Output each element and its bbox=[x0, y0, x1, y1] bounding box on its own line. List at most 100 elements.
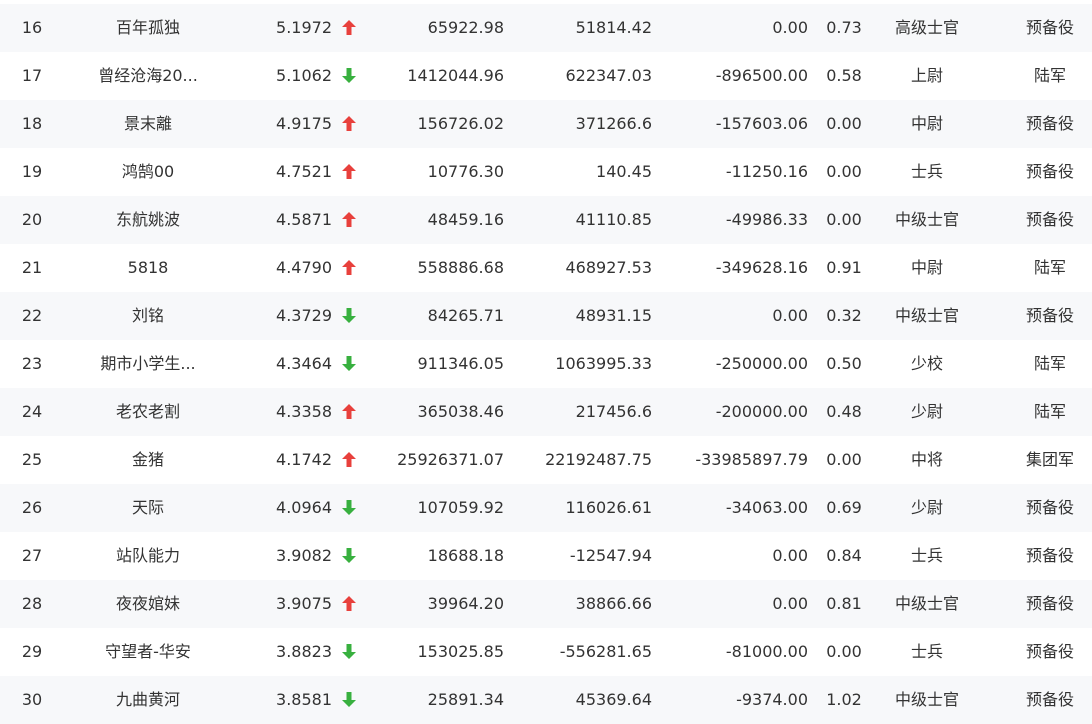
level-cell: 上尉 bbox=[910, 66, 943, 85]
unit-cell: 预备役 bbox=[1025, 114, 1074, 133]
rank-cell: 27 bbox=[21, 546, 43, 565]
unit-cell: 预备役 bbox=[1025, 210, 1074, 229]
value-3-cell: -11250.16 bbox=[725, 162, 808, 181]
value-1-cell: 107059.92 bbox=[417, 498, 504, 517]
trader-name[interactable]: 站队能力 bbox=[78, 532, 218, 580]
score-cell: 3.9075 bbox=[276, 594, 332, 613]
unit-cell: 预备役 bbox=[1025, 306, 1074, 325]
value-3-cell: -896500.00 bbox=[715, 66, 808, 85]
ratio-cell: 0.91 bbox=[826, 258, 862, 277]
table-row[interactable]: 25 金猪 4.1742 25926371.07 22192487.75 -3398589… bbox=[0, 436, 1092, 484]
value-2-cell: 38866.66 bbox=[575, 594, 652, 613]
trader-name[interactable]: 夜夜婠妹 bbox=[78, 580, 218, 628]
ratio-cell: 0.48 bbox=[826, 402, 862, 421]
level-cell: 士兵 bbox=[910, 546, 943, 565]
trader-name[interactable]: 天际 bbox=[78, 484, 218, 532]
value-1-cell: 25891.34 bbox=[427, 690, 504, 709]
table-row[interactable]: 23 期市小学生... 4.3464 911346.05 1063995.33 -2500… bbox=[0, 340, 1092, 388]
score-cell: 5.1062 bbox=[276, 66, 332, 85]
score-cell: 4.3729 bbox=[276, 306, 332, 325]
table-row[interactable]: 24 老农老割 4.3358 365038.46 217456.6 -200000.00 0… bbox=[0, 388, 1092, 436]
arrow-down-icon bbox=[340, 676, 358, 724]
trader-name[interactable]: 九曲黄河 bbox=[78, 676, 218, 724]
unit-cell: 预备役 bbox=[1025, 546, 1074, 565]
unit-cell: 预备役 bbox=[1025, 498, 1074, 517]
score-cell: 4.9175 bbox=[276, 114, 332, 133]
rank-cell: 24 bbox=[21, 402, 43, 421]
value-1-cell: 18688.18 bbox=[427, 546, 504, 565]
rank-cell: 30 bbox=[21, 690, 43, 709]
trader-name[interactable]: 东航姚波 bbox=[78, 196, 218, 244]
trader-name[interactable]: 曾经沧海20... bbox=[78, 52, 218, 100]
value-1-cell: 39964.20 bbox=[427, 594, 504, 613]
table-row[interactable]: 22 刘铭 4.3729 84265.71 48931.15 0.00 0.32 中级士官 预备… bbox=[0, 292, 1092, 340]
arrow-down-icon bbox=[340, 484, 358, 532]
arrow-up-icon bbox=[340, 436, 358, 484]
arrow-down-icon bbox=[340, 340, 358, 388]
table-row[interactable]: 16 百年孤独 5.1972 65922.98 51814.42 0.00 0.73 高级士官… bbox=[0, 4, 1092, 52]
table-row[interactable]: 30 九曲黄河 3.8581 25891.34 45369.64 -9374.00 1.02… bbox=[0, 676, 1092, 724]
unit-cell: 陆军 bbox=[1033, 258, 1066, 277]
trader-name[interactable]: 鸿鹄00 bbox=[78, 148, 218, 196]
value-2-cell: 51814.42 bbox=[575, 18, 652, 37]
level-cell: 中尉 bbox=[910, 114, 943, 133]
level-cell: 中级士官 bbox=[894, 594, 959, 613]
value-2-cell: 140.45 bbox=[596, 162, 652, 181]
trader-name[interactable]: 金猪 bbox=[78, 436, 218, 484]
arrow-up-icon bbox=[340, 244, 358, 292]
trader-name[interactable]: 老农老割 bbox=[78, 388, 218, 436]
value-2-cell: 217456.6 bbox=[575, 402, 652, 421]
level-cell: 少校 bbox=[910, 354, 943, 373]
value-1-cell: 65922.98 bbox=[427, 18, 504, 37]
arrow-up-icon bbox=[340, 148, 358, 196]
table-row[interactable]: 19 鸿鹄00 4.7521 10776.30 140.45 -11250.16 0.00 士… bbox=[0, 148, 1092, 196]
ratio-cell: 0.32 bbox=[826, 306, 862, 325]
table-row[interactable]: 17 曾经沧海20... 5.1062 1412044.96 622347.03 -896… bbox=[0, 52, 1092, 100]
value-3-cell: -49986.33 bbox=[725, 210, 808, 229]
arrow-down-icon bbox=[340, 52, 358, 100]
unit-cell: 陆军 bbox=[1033, 66, 1066, 85]
unit-cell: 陆军 bbox=[1033, 354, 1066, 373]
rank-cell: 22 bbox=[21, 306, 43, 325]
arrow-up-icon bbox=[340, 388, 358, 436]
trader-name[interactable]: 景末離 bbox=[78, 100, 218, 148]
unit-cell: 预备役 bbox=[1025, 642, 1074, 661]
trader-name[interactable]: 刘铭 bbox=[78, 292, 218, 340]
value-3-cell: -349628.16 bbox=[715, 258, 808, 277]
level-cell: 中将 bbox=[910, 450, 943, 469]
rank-cell: 23 bbox=[21, 354, 43, 373]
score-cell: 3.8823 bbox=[276, 642, 332, 661]
value-2-cell: -12547.94 bbox=[569, 546, 652, 565]
unit-cell: 集团军 bbox=[1025, 450, 1074, 469]
table-row[interactable]: 18 景末離 4.9175 156726.02 371266.6 -157603.06 0.… bbox=[0, 100, 1092, 148]
score-cell: 4.7521 bbox=[276, 162, 332, 181]
trader-name[interactable]: 5818 bbox=[78, 244, 218, 292]
score-cell: 4.3464 bbox=[276, 354, 332, 373]
value-2-cell: 41110.85 bbox=[575, 210, 652, 229]
ratio-cell: 0.00 bbox=[826, 114, 862, 133]
rank-cell: 17 bbox=[21, 66, 43, 85]
rank-cell: 20 bbox=[21, 210, 43, 229]
ratio-cell: 0.73 bbox=[826, 18, 862, 37]
value-2-cell: 371266.6 bbox=[575, 114, 652, 133]
trader-name[interactable]: 百年孤独 bbox=[78, 4, 218, 52]
ranking-table: 16 百年孤独 5.1972 65922.98 51814.42 0.00 0.73 高级士官… bbox=[0, 4, 1092, 724]
value-3-cell: 0.00 bbox=[772, 306, 808, 325]
value-1-cell: 48459.16 bbox=[427, 210, 504, 229]
level-cell: 中级士官 bbox=[894, 210, 959, 229]
table-row[interactable]: 27 站队能力 3.9082 18688.18 -12547.94 0.00 0.84 士兵 预… bbox=[0, 532, 1092, 580]
table-row[interactable]: 20 东航姚波 4.5871 48459.16 41110.85 -49986.33 0.0… bbox=[0, 196, 1092, 244]
table-row[interactable]: 29 守望者-华安 3.8823 153025.85 -556281.65 -81000.… bbox=[0, 628, 1092, 676]
arrow-up-icon bbox=[340, 580, 358, 628]
level-cell: 士兵 bbox=[910, 642, 943, 661]
level-cell: 士兵 bbox=[910, 162, 943, 181]
trader-name[interactable]: 期市小学生... bbox=[78, 340, 218, 388]
ratio-cell: 0.00 bbox=[826, 162, 862, 181]
level-cell: 中尉 bbox=[910, 258, 943, 277]
trader-name[interactable]: 守望者-华安 bbox=[78, 628, 218, 676]
table-row[interactable]: 21 5818 4.4790 558886.68 468927.53 -349628.16… bbox=[0, 244, 1092, 292]
table-row[interactable]: 26 天际 4.0964 107059.92 116026.61 -34063.00 0.6… bbox=[0, 484, 1092, 532]
score-cell: 4.4790 bbox=[276, 258, 332, 277]
table-row[interactable]: 28 夜夜婠妹 3.9075 39964.20 38866.66 0.00 0.81 中级士官… bbox=[0, 580, 1092, 628]
value-3-cell: 0.00 bbox=[772, 594, 808, 613]
